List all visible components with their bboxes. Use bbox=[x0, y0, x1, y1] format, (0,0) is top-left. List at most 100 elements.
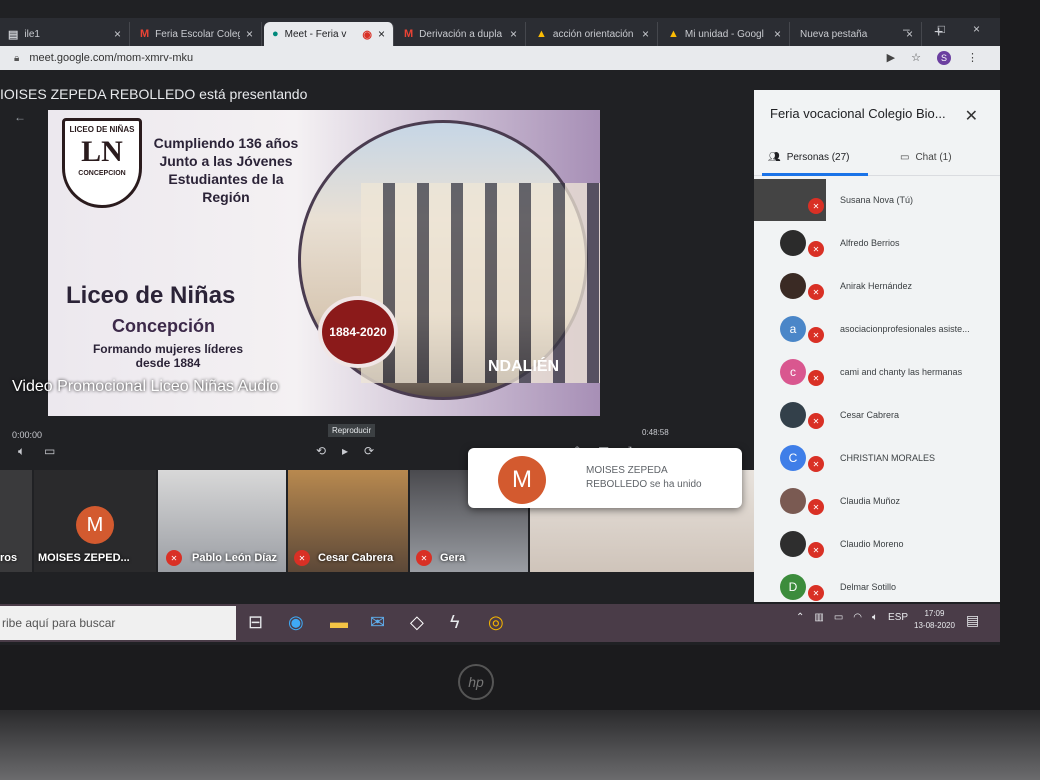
file-explorer-icon[interactable]: ▬ bbox=[330, 612, 348, 633]
close-window-icon[interactable]: × bbox=[973, 22, 980, 36]
muted-mic-icon: ✕ bbox=[808, 198, 824, 214]
browser-tab[interactable]: ▲ Mi unidad - Googl × bbox=[660, 22, 790, 46]
battery-icon[interactable]: ▭ bbox=[834, 612, 843, 623]
tab-chat[interactable]: ▭ Chat (1) bbox=[900, 152, 952, 163]
network-icon[interactable]: ▥ bbox=[814, 612, 823, 623]
recording-icon: ◉ bbox=[362, 28, 372, 41]
list-item[interactable]: C ✕ CHRISTIAN MORALES bbox=[754, 436, 1000, 479]
minimize-icon[interactable]: – bbox=[903, 22, 910, 36]
clock-date: 13-08-2020 bbox=[914, 621, 955, 630]
list-item[interactable]: c ✕ cami and chanty las hermanas bbox=[754, 350, 1000, 393]
chat-icon: ▭ bbox=[900, 152, 910, 163]
browser-tab[interactable]: ▤ ile1 × bbox=[0, 22, 130, 46]
tab-label: Mi unidad - Googl bbox=[684, 28, 764, 40]
participant-name: Anirak Hernández bbox=[840, 280, 913, 291]
chevron-up-icon[interactable]: ⌃ bbox=[796, 612, 804, 623]
participant-tile[interactable]: ros bbox=[0, 470, 32, 572]
rewind-icon[interactable]: ⟲ bbox=[316, 444, 326, 458]
muted-mic-icon: ✕ bbox=[808, 370, 824, 386]
windows-taskbar: ribe aquí para buscar ⊟ ◉ ▬ ✉ ◇ ϟ ◎ ⌃ ▥ … bbox=[0, 604, 1000, 642]
participant-avatar bbox=[780, 530, 806, 557]
participant-name: Cesar Cabrera bbox=[840, 409, 900, 420]
participant-tile[interactable]: ✕ Pablo León Díaz bbox=[158, 470, 286, 572]
wifi-icon[interactable]: ◠ bbox=[853, 612, 862, 623]
list-item[interactable]: ✕ Claudio Moreno bbox=[754, 522, 1000, 565]
lock-icon: 🔒︎ bbox=[14, 52, 20, 64]
list-item[interactable]: ✕ Susana Nova (Tú) bbox=[754, 178, 1000, 221]
close-icon[interactable]: × bbox=[642, 27, 649, 41]
muted-mic-icon: ✕ bbox=[416, 550, 432, 566]
list-item[interactable]: a ✕ asociacionprofesionales asiste... bbox=[754, 307, 1000, 350]
url-text[interactable]: meet.google.com/mom-xmrv-mku bbox=[29, 52, 193, 64]
browser-tab[interactable]: M Feria Escolar Coleg × bbox=[132, 22, 262, 46]
menu-kebab-icon[interactable]: ⋮ bbox=[967, 51, 978, 65]
back-arrow-icon[interactable]: ← bbox=[14, 110, 26, 124]
toast-avatar: M bbox=[498, 456, 546, 504]
active-tab-indicator bbox=[762, 173, 868, 176]
participant-name: Claudio Moreno bbox=[840, 538, 904, 549]
close-icon[interactable]: × bbox=[378, 27, 385, 41]
volume-icon[interactable]: 🔈︎ bbox=[18, 444, 25, 459]
list-item[interactable]: ✕ Claudia Muñoz bbox=[754, 479, 1000, 522]
browser-tab[interactable]: ▲ acción orientación × bbox=[528, 22, 658, 46]
participant-name: asociacionprofesionales asiste... bbox=[840, 323, 970, 334]
app-icon[interactable]: ϟ bbox=[450, 612, 460, 633]
profile-avatar-icon[interactable]: S bbox=[937, 51, 951, 65]
presenting-banner: IOISES ZEPEDA REBOLLEDO está presentando bbox=[0, 86, 308, 102]
list-item[interactable]: D ✕ Delmar Sotillo bbox=[754, 565, 1000, 608]
tab-chat-label: Chat (1) bbox=[915, 152, 952, 163]
years-badge: 1884-2020 bbox=[318, 296, 398, 368]
screen: ▤ ile1 × M Feria Escolar Coleg × ● Meet … bbox=[0, 0, 1000, 645]
close-icon[interactable]: × bbox=[114, 27, 121, 41]
address-bar[interactable]: 🔒︎ meet.google.com/mom-xmrv-mku ▶ ☆ S ⋮ bbox=[0, 46, 1000, 70]
participant-avatar: D bbox=[780, 573, 806, 600]
participant-tile[interactable]: M MOISES ZEPED... bbox=[34, 470, 156, 572]
participant-avatar: c bbox=[780, 358, 806, 385]
participant-name: MOISES ZEPED... bbox=[38, 552, 130, 564]
taskbar-clock[interactable]: 17:09 13-08-2020 bbox=[914, 608, 955, 632]
close-icon[interactable]: × bbox=[246, 27, 253, 41]
list-item[interactable]: ✕ Anirak Hernández bbox=[754, 264, 1000, 307]
camera-icon[interactable]: ▶ bbox=[887, 51, 895, 65]
list-item[interactable]: ✕ Cesar Cabrera bbox=[754, 393, 1000, 436]
tab-people[interactable]: 👥︎ Personas (27) bbox=[768, 152, 850, 163]
maximize-icon[interactable]: □ bbox=[938, 22, 945, 36]
play-icon[interactable]: ▸ bbox=[342, 444, 348, 458]
tab-people-label: Personas (27) bbox=[786, 152, 850, 163]
participant-name: Alfredo Berrios bbox=[840, 237, 900, 248]
muted-mic-icon: ✕ bbox=[808, 542, 824, 558]
slide-school-name: Liceo de Niñas bbox=[66, 282, 236, 309]
join-notification: M MOISES ZEPEDA REBOLLEDO se ha unido bbox=[468, 448, 742, 508]
bookmark-star-icon[interactable]: ☆ bbox=[911, 51, 921, 65]
subtitles-icon[interactable]: ▭ bbox=[44, 444, 55, 458]
slide-motto: Formando mujeres líderes desde 1884 bbox=[92, 342, 244, 370]
crest-letters: LN bbox=[81, 135, 123, 168]
browser-tab-active[interactable]: ● Meet - Feria v ◉ × bbox=[264, 22, 394, 46]
volume-icon[interactable]: 🔈︎ bbox=[872, 612, 878, 623]
participant-avatar bbox=[780, 401, 806, 428]
browser-tab[interactable]: M Derivación a dupla × bbox=[396, 22, 526, 46]
elapsed-time: 0:00:00 bbox=[12, 430, 43, 440]
dropbox-icon[interactable]: ◇ bbox=[410, 612, 424, 633]
crest-top-text: LICEO DE NIÑAS bbox=[69, 125, 135, 134]
participant-avatar: a bbox=[780, 315, 806, 342]
meeting-title: Feria vocacional Colegio Bio... bbox=[770, 106, 946, 121]
tab-label: Nueva pestaña bbox=[800, 28, 868, 40]
edge-icon[interactable]: ◉ bbox=[288, 612, 304, 633]
language-indicator[interactable]: ESP bbox=[888, 612, 908, 623]
close-panel-icon[interactable]: ✕ bbox=[965, 106, 978, 126]
list-item[interactable]: ✕ Alfredo Berrios bbox=[754, 221, 1000, 264]
participant-avatar bbox=[780, 272, 806, 299]
close-icon[interactable]: × bbox=[774, 27, 781, 41]
close-icon[interactable]: × bbox=[510, 27, 517, 41]
browser-tab-strip: ▤ ile1 × M Feria Escolar Coleg × ● Meet … bbox=[0, 18, 1000, 46]
participant-name: Gera bbox=[440, 552, 466, 564]
notifications-icon[interactable]: ▤ bbox=[966, 612, 979, 629]
participant-tile[interactable]: ✕ Cesar Cabrera bbox=[288, 470, 408, 572]
chrome-icon[interactable]: ◎ bbox=[488, 612, 504, 633]
taskbar-search-input[interactable]: ribe aquí para buscar bbox=[0, 606, 236, 640]
mail-icon[interactable]: ✉ bbox=[370, 612, 385, 633]
forward-icon[interactable]: ⟳ bbox=[364, 444, 374, 458]
address-bar-actions: ▶ ☆ S ⋮ bbox=[887, 51, 978, 65]
task-view-icon[interactable]: ⊟ bbox=[248, 612, 263, 633]
